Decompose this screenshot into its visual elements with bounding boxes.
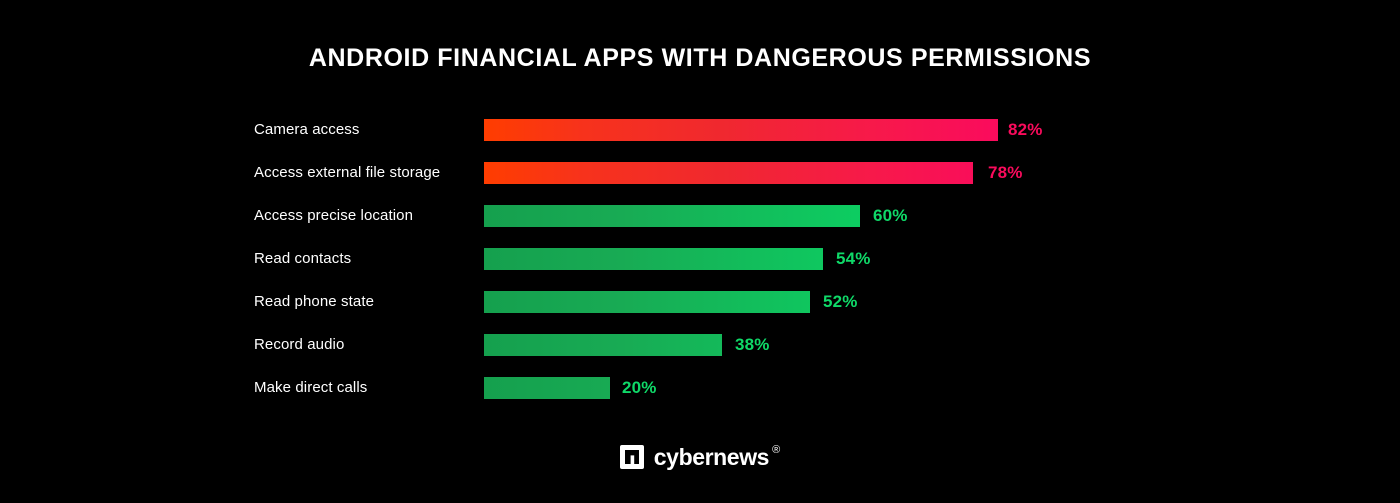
bar-fill xyxy=(484,119,998,141)
bar-fill xyxy=(484,248,823,270)
bar-gradient xyxy=(484,377,610,399)
bar-track xyxy=(484,377,1111,399)
bar-fill xyxy=(484,205,860,227)
bar-row: Camera access 82% xyxy=(0,114,1400,146)
bar-category-label: Access precise location xyxy=(254,207,414,224)
bar-fill xyxy=(484,162,973,184)
bar-gradient xyxy=(484,334,722,356)
cybernews-square-mark-icon xyxy=(619,445,644,469)
bar-category-label: Read contacts xyxy=(254,250,352,267)
bar-gradient xyxy=(484,248,823,270)
chart-title: ANDROID FINANCIAL APPS WITH DANGEROUS PE… xyxy=(308,44,1092,72)
bar-row: Make direct calls 20% xyxy=(0,372,1400,404)
bar-track xyxy=(484,205,1111,227)
bar-gradient xyxy=(484,119,998,141)
bar-gradient xyxy=(484,291,810,313)
bar-row: Record audio 38% xyxy=(0,329,1400,361)
cybernews-wordmark: cybernews xyxy=(653,444,770,470)
bar-category-label: Record audio xyxy=(254,336,345,353)
bar-value-label: 20% xyxy=(622,378,657,397)
bar-category-label: Read phone state xyxy=(254,293,375,310)
registered-trademark-symbol: ® xyxy=(772,444,781,456)
bar-fill xyxy=(484,334,722,356)
bar-value-label: 60% xyxy=(873,206,908,225)
bar-value-label: 38% xyxy=(735,335,770,354)
infographic-root: ANDROID FINANCIAL APPS WITH DANGEROUS PE… xyxy=(0,0,1400,503)
bar-chart: Camera access 82% Access external file s… xyxy=(0,114,1400,414)
bar-value-label: 52% xyxy=(823,292,858,311)
bar-category-label: Make direct calls xyxy=(254,379,368,396)
bar-category-label: Access external file storage xyxy=(254,164,441,181)
bar-value-label: 78% xyxy=(988,163,1023,182)
bar-row: Read phone state 52% xyxy=(0,286,1400,318)
bar-category-label: Camera access xyxy=(254,121,360,138)
bar-value-label: 82% xyxy=(1008,120,1043,139)
bar-track xyxy=(484,291,1111,313)
cybernews-logo: cybernews ® xyxy=(0,440,1400,474)
bar-fill xyxy=(484,377,610,399)
bar-row: Access precise location 60% xyxy=(0,200,1400,232)
bar-row: Access external file storage 78% xyxy=(0,157,1400,189)
bar-track xyxy=(484,248,1111,270)
bar-gradient xyxy=(484,162,973,184)
bar-row: Read contacts 54% xyxy=(0,243,1400,275)
bar-value-label: 54% xyxy=(836,249,871,268)
bar-track xyxy=(484,334,1111,356)
bar-gradient xyxy=(484,205,860,227)
bar-fill xyxy=(484,291,810,313)
